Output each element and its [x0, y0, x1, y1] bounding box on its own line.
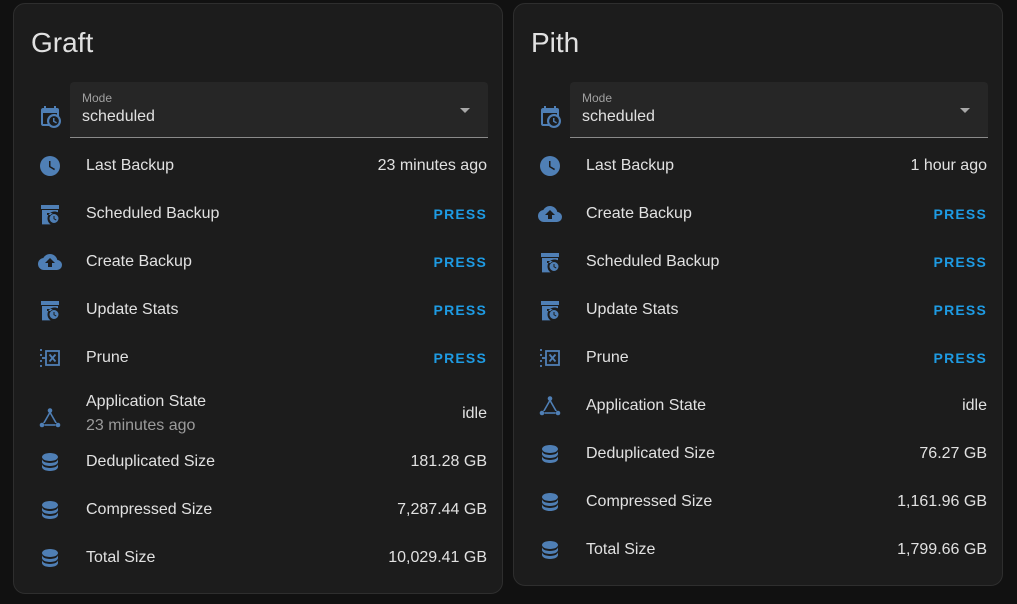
database-icon: [538, 442, 562, 466]
row-create-backup: Create Backup PRESS: [14, 238, 502, 286]
cloud-upload-icon: [38, 250, 62, 274]
row-label: Total Size: [86, 549, 156, 566]
press-button[interactable]: PRESS: [934, 349, 987, 367]
press-button[interactable]: PRESS: [434, 205, 487, 223]
row-scheduled-backup: Scheduled Backup PRESS: [514, 238, 1002, 286]
state-machine-icon: [538, 394, 562, 418]
clock-icon: [38, 154, 62, 178]
row-label: Application State: [86, 393, 207, 410]
row-label: Last Backup: [86, 157, 175, 174]
mode-select-value: scheduled: [582, 108, 655, 125]
mode-select-label: Mode: [82, 91, 113, 105]
row-value: 7,287.44 GB: [397, 501, 487, 518]
row-compressed-size[interactable]: Compressed Size 1,161.96 GB: [514, 478, 1002, 526]
row-label: Deduplicated Size: [586, 445, 715, 462]
archive-clock-icon: [538, 298, 562, 322]
row-scheduled-backup: Scheduled Backup PRESS: [14, 190, 502, 238]
row-value: 181.28 GB: [410, 453, 488, 470]
row-label: Prune: [86, 349, 129, 366]
row-value: idle: [962, 397, 987, 414]
press-button[interactable]: PRESS: [434, 349, 487, 367]
archive-clock-icon: [38, 202, 62, 226]
calendar-clock-icon: [38, 105, 62, 129]
row-label: Update Stats: [86, 301, 179, 318]
row-total-size[interactable]: Total Size 10,029.41 GB: [14, 534, 502, 582]
chevron-down-icon[interactable]: [960, 108, 970, 113]
row-prune: Prune PRESS: [14, 334, 502, 382]
row-value: idle: [462, 405, 487, 422]
table-column-remove-icon: [538, 346, 562, 370]
row-label: Compressed Size: [86, 501, 213, 518]
row-deduplicated-size[interactable]: Deduplicated Size 76.27 GB: [514, 430, 1002, 478]
entities-card-graft: Graft Mode scheduled Last Backup 23 minu…: [13, 3, 503, 594]
row-label: Deduplicated Size: [86, 453, 215, 470]
row-prune: Prune PRESS: [514, 334, 1002, 382]
row-label: Scheduled Backup: [86, 205, 220, 222]
row-value: 76.27 GB: [919, 445, 987, 462]
row-application-state[interactable]: Application State 23 minutes ago idle: [14, 382, 502, 446]
row-value: 1 hour ago: [910, 157, 987, 174]
row-label: Prune: [586, 349, 629, 366]
row-last-backup[interactable]: Last Backup 1 hour ago: [514, 142, 1002, 190]
row-compressed-size[interactable]: Compressed Size 7,287.44 GB: [14, 486, 502, 534]
cloud-upload-icon: [538, 202, 562, 226]
table-column-remove-icon: [38, 346, 62, 370]
database-icon: [538, 538, 562, 562]
card-title: Graft: [31, 27, 94, 58]
row-label: Create Backup: [86, 253, 192, 270]
row-value: 1,161.96 GB: [897, 493, 987, 510]
press-button[interactable]: PRESS: [434, 253, 487, 271]
row-update-stats: Update Stats PRESS: [514, 286, 1002, 334]
row-secondary: 23 minutes ago: [86, 417, 196, 434]
database-icon: [38, 546, 62, 570]
row-application-state[interactable]: Application State idle: [514, 382, 1002, 430]
press-button[interactable]: PRESS: [934, 205, 987, 223]
row-label: Last Backup: [586, 157, 675, 174]
row-create-backup: Create Backup PRESS: [514, 190, 1002, 238]
row-total-size[interactable]: Total Size 1,799.66 GB: [514, 526, 1002, 574]
press-button[interactable]: PRESS: [934, 301, 987, 319]
mode-select-label: Mode: [582, 91, 613, 105]
mode-select[interactable]: Mode scheduled: [70, 82, 488, 138]
row-value: 10,029.41 GB: [388, 549, 487, 566]
card-title: Pith: [531, 27, 580, 58]
row-label: Scheduled Backup: [586, 253, 720, 270]
database-icon: [38, 498, 62, 522]
row-label: Application State: [586, 397, 707, 414]
database-icon: [38, 450, 62, 474]
database-icon: [538, 490, 562, 514]
row-value: 1,799.66 GB: [897, 541, 987, 558]
row-label: Update Stats: [586, 301, 679, 318]
row-last-backup[interactable]: Last Backup 23 minutes ago: [14, 142, 502, 190]
calendar-clock-icon: [538, 105, 562, 129]
row-label: Create Backup: [586, 205, 692, 222]
row-update-stats: Update Stats PRESS: [14, 286, 502, 334]
row-label: Compressed Size: [586, 493, 713, 510]
archive-clock-icon: [38, 298, 62, 322]
mode-select[interactable]: Mode scheduled: [570, 82, 988, 138]
row-label: Total Size: [586, 541, 656, 558]
state-machine-icon: [38, 406, 62, 430]
mode-select-value: scheduled: [82, 108, 155, 125]
entities-card-pith: Pith Mode scheduled Last Backup 1 hour a…: [513, 3, 1003, 586]
clock-icon: [538, 154, 562, 178]
press-button[interactable]: PRESS: [434, 301, 487, 319]
row-value: 23 minutes ago: [377, 157, 487, 174]
row-deduplicated-size[interactable]: Deduplicated Size 181.28 GB: [14, 438, 502, 486]
press-button[interactable]: PRESS: [934, 253, 987, 271]
archive-clock-icon: [538, 250, 562, 274]
chevron-down-icon[interactable]: [460, 108, 470, 113]
